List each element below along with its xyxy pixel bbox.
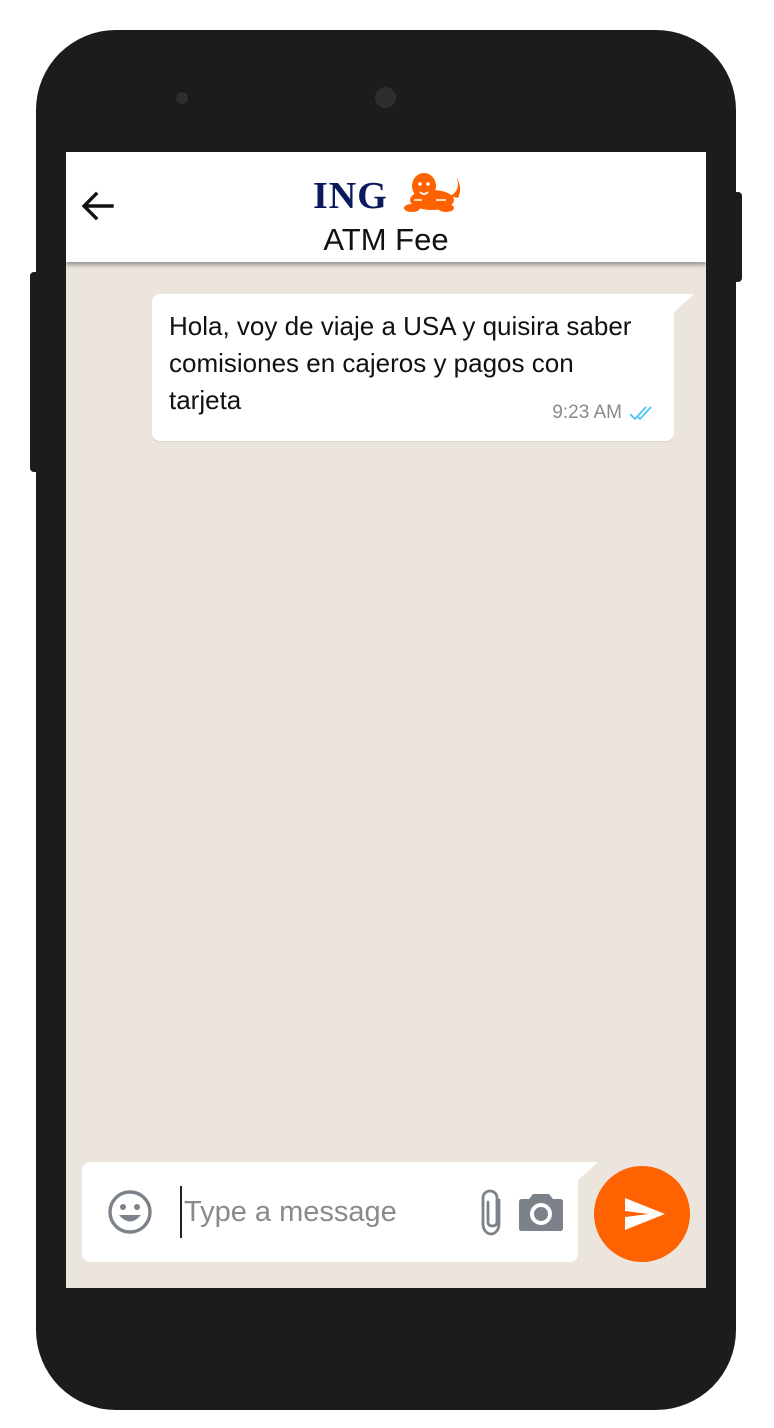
message-meta: 9:23 AM bbox=[552, 400, 658, 426]
phone-front-camera bbox=[375, 87, 396, 108]
chat-header: ING ATM Fee bbox=[66, 152, 706, 262]
lion-icon bbox=[404, 173, 461, 212]
camera-icon bbox=[519, 1194, 563, 1231]
chat-screen: ING ATM Fee Hola, voy de viaje a USA y q… bbox=[66, 152, 706, 1288]
brand-wordmark: ING bbox=[313, 175, 388, 217]
chat-title: ATM Fee bbox=[323, 222, 449, 257]
emoji-button[interactable] bbox=[106, 1188, 154, 1236]
outgoing-message-bubble[interactable]: Hola, voy de viaje a USA y quisira saber… bbox=[152, 294, 674, 441]
page: ING ATM Fee Hola, voy de viaje a USA y q… bbox=[0, 0, 774, 1428]
emoji-icon bbox=[108, 1190, 152, 1234]
composer-tail bbox=[576, 1162, 598, 1182]
attach-button[interactable] bbox=[478, 1188, 508, 1238]
bubble-tail bbox=[672, 294, 694, 314]
camera-button[interactable] bbox=[518, 1190, 564, 1232]
double-check-icon bbox=[629, 406, 652, 421]
message-composer bbox=[82, 1162, 578, 1262]
message-input[interactable] bbox=[180, 1186, 464, 1238]
back-button[interactable] bbox=[78, 186, 118, 226]
paperclip-icon bbox=[481, 1189, 501, 1236]
phone-sensor bbox=[176, 92, 188, 104]
send-button[interactable] bbox=[594, 1166, 690, 1262]
arrow-left-icon bbox=[81, 191, 114, 221]
send-icon bbox=[625, 1198, 665, 1230]
ing-logo: ING bbox=[306, 170, 466, 217]
message-time: 9:23 AM bbox=[552, 402, 622, 423]
